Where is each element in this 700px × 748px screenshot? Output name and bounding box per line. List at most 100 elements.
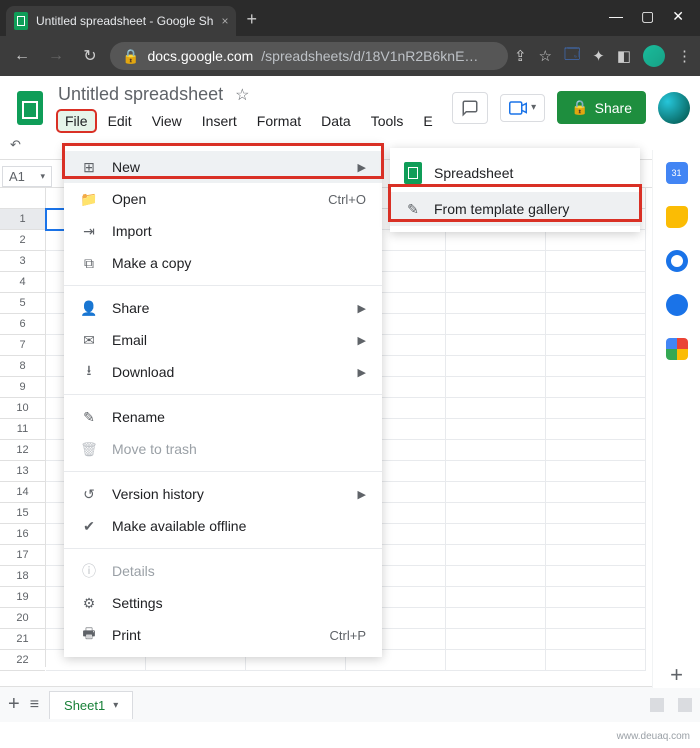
cell[interactable] (446, 629, 546, 650)
file-menu-new[interactable]: ⊞New▶ (64, 151, 382, 183)
translate-icon[interactable]: 🗔 (564, 44, 580, 69)
share-page-icon[interactable]: ⇪ (514, 47, 527, 65)
file-menu-share[interactable]: 👤Share▶ (64, 292, 382, 324)
cell[interactable] (446, 545, 546, 566)
row-header[interactable]: 9 (0, 377, 45, 398)
file-menu-version[interactable]: ↺Version history▶ (64, 478, 382, 510)
menu-file[interactable]: File (58, 111, 95, 131)
row-header[interactable]: 10 (0, 398, 45, 419)
comments-button[interactable] (452, 92, 488, 124)
cell[interactable] (446, 566, 546, 587)
cell[interactable] (546, 524, 646, 545)
select-all-corner[interactable] (0, 188, 46, 209)
sheet-tab[interactable]: Sheet1 ▾ (49, 691, 133, 719)
file-menu-copy[interactable]: ⧉Make a copy (64, 247, 382, 279)
row-header[interactable]: 2 (0, 230, 45, 251)
file-menu-import[interactable]: ⇥Import (64, 215, 382, 247)
extensions-icon[interactable]: ✦ (592, 47, 605, 65)
minimize-icon[interactable]: — (609, 8, 623, 25)
browser-tab[interactable]: Untitled spreadsheet - Google Sh × (6, 6, 236, 36)
cell[interactable] (546, 440, 646, 461)
doc-title[interactable]: Untitled spreadsheet (58, 84, 223, 105)
cell[interactable] (546, 482, 646, 503)
row-header[interactable]: 11 (0, 419, 45, 440)
add-sheet-button[interactable]: + (8, 693, 20, 716)
cell[interactable] (446, 440, 546, 461)
all-sheets-button[interactable]: ≡ (30, 696, 39, 714)
file-menu-settings[interactable]: ⚙Settings (64, 587, 382, 619)
file-menu-offline[interactable]: ✔Make available offline (64, 510, 382, 542)
submenu-template[interactable]: ✎From template gallery (390, 192, 640, 226)
contacts-icon[interactable] (666, 294, 688, 316)
row-header[interactable]: 21 (0, 629, 45, 650)
cell[interactable] (546, 377, 646, 398)
cell[interactable] (446, 608, 546, 629)
url-field[interactable]: 🔒 docs.google.com/spreadsheets/d/18V1nR2… (110, 42, 508, 70)
maps-icon[interactable] (666, 338, 688, 360)
cell[interactable] (446, 650, 546, 671)
cell[interactable] (546, 545, 646, 566)
cell[interactable] (546, 608, 646, 629)
cell[interactable] (446, 356, 546, 377)
cell[interactable] (546, 419, 646, 440)
cell[interactable] (546, 398, 646, 419)
row-header[interactable]: 19 (0, 587, 45, 608)
cell[interactable] (446, 524, 546, 545)
calendar-icon[interactable] (666, 162, 688, 184)
meet-button[interactable]: ▾ (500, 94, 545, 122)
row-header[interactable]: 22 (0, 650, 45, 671)
bookmark-icon[interactable]: ☆ (539, 47, 552, 65)
file-menu-email[interactable]: ✉Email▶ (64, 324, 382, 356)
row-header[interactable]: 7 (0, 335, 45, 356)
cell[interactable] (446, 461, 546, 482)
menu-tools[interactable]: Tools (364, 111, 411, 131)
menu-format[interactable]: Format (250, 111, 308, 131)
file-menu-print[interactable]: 🖶PrintCtrl+P (64, 619, 382, 651)
sheets-logo-icon[interactable] (10, 88, 50, 128)
cell[interactable] (446, 251, 546, 272)
cell[interactable] (446, 335, 546, 356)
menu-view[interactable]: View (145, 111, 189, 131)
cell[interactable] (546, 356, 646, 377)
cell[interactable] (446, 272, 546, 293)
menu-extensions[interactable]: E (416, 111, 439, 131)
row-header[interactable]: 6 (0, 314, 45, 335)
cell[interactable] (446, 398, 546, 419)
file-menu-download[interactable]: ⭳Download▶ (64, 356, 382, 388)
undo-button[interactable]: ↶ (10, 137, 21, 153)
profile-avatar-icon[interactable] (643, 45, 665, 67)
cell[interactable] (446, 587, 546, 608)
account-avatar[interactable] (658, 92, 690, 124)
keep-icon[interactable] (666, 206, 688, 228)
reload-button[interactable]: ↻ (76, 46, 104, 66)
hscroll-left[interactable] (650, 698, 664, 712)
cell[interactable] (446, 293, 546, 314)
cell[interactable] (546, 461, 646, 482)
cell[interactable] (546, 251, 646, 272)
row-header[interactable]: 16 (0, 524, 45, 545)
file-menu-rename[interactable]: ✎Rename (64, 401, 382, 433)
menu-edit[interactable]: Edit (101, 111, 139, 131)
share-button[interactable]: 🔒 Share (557, 91, 646, 124)
cell[interactable] (446, 419, 546, 440)
row-header[interactable]: 3 (0, 251, 45, 272)
panel-icon[interactable]: ◧ (617, 47, 631, 65)
row-header[interactable]: 5 (0, 293, 45, 314)
row-header[interactable]: 20 (0, 608, 45, 629)
row-header[interactable]: 12 (0, 440, 45, 461)
new-tab-button[interactable]: + (236, 9, 267, 36)
back-button[interactable]: ← (8, 47, 36, 65)
cell[interactable] (446, 482, 546, 503)
cell[interactable] (546, 272, 646, 293)
cell[interactable] (446, 503, 546, 524)
row-header[interactable]: 14 (0, 482, 45, 503)
cell[interactable] (546, 629, 646, 650)
row-header[interactable]: 4 (0, 272, 45, 293)
cell[interactable] (546, 566, 646, 587)
add-addon-button[interactable]: + (670, 662, 683, 688)
row-header[interactable]: 13 (0, 461, 45, 482)
cell[interactable] (546, 650, 646, 671)
close-window-icon[interactable]: ✕ (672, 8, 684, 25)
cell[interactable] (546, 587, 646, 608)
hscroll-right[interactable] (678, 698, 692, 712)
